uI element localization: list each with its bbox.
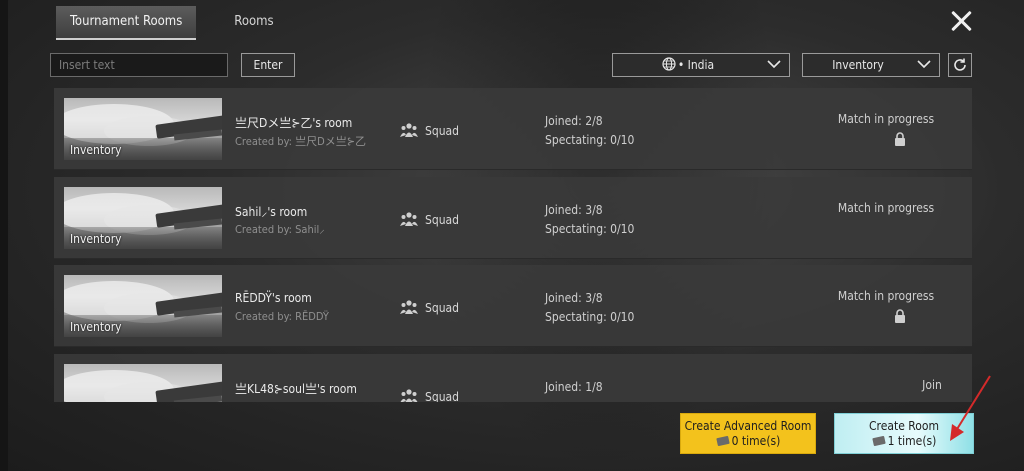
team-mode: Squad <box>425 213 460 227</box>
joined-count: Joined: 2/8 <box>545 114 603 128</box>
annotation-arrow-icon <box>950 375 991 441</box>
room-map-thumbnail: Inventory <box>64 98 222 160</box>
team-icon <box>400 123 418 137</box>
room-name: 亗尺Dメ亗⊱乙's room <box>235 116 353 130</box>
room-map-thumbnail: Inventory <box>64 187 222 249</box>
team-icon <box>400 389 418 402</box>
refresh-button[interactable] <box>948 53 972 77</box>
region-label: • India <box>677 58 715 72</box>
room-creator: Created by: Sahil⸝ <box>235 222 325 237</box>
region-select[interactable]: • India <box>612 53 790 77</box>
tab-tournament-rooms[interactable]: Tournament Rooms <box>56 6 197 40</box>
room-creator: Created by: RĒDDŸ <box>235 310 329 323</box>
chevron-down-icon <box>917 60 931 69</box>
room-creator: Created by: 亗尺Dメ亗⊱乙 <box>235 133 366 149</box>
spectating-count: Spectating: 0/10 <box>545 310 635 324</box>
team-mode: Squad <box>425 390 460 402</box>
room-map-thumbnail: Inventory <box>64 275 222 337</box>
team-icon <box>400 212 418 226</box>
thumbnail-mode-label: Inventory <box>70 320 122 334</box>
room-name: 亗KL48⊱soul亗's room <box>235 382 357 396</box>
creator-name: RĒDDŸ <box>295 310 329 323</box>
creator-prefix: Created by: <box>235 310 292 323</box>
creator-prefix: Created by: <box>235 223 292 236</box>
tab-bar: Tournament Rooms Rooms <box>56 6 288 40</box>
team-mode: Squad <box>425 124 460 138</box>
joined-count: Joined: 3/8 <box>545 291 603 305</box>
chevron-down-icon <box>767 60 781 69</box>
region-select-value: • India <box>613 54 763 76</box>
advanced-count-text: 0 time(s) <box>731 434 781 448</box>
card-icon <box>716 436 730 446</box>
card-icon <box>872 436 886 446</box>
room-row[interactable]: Inventory 亗尺Dメ亗⊱乙's room Created by: 亗尺D… <box>54 88 972 170</box>
lock-icon <box>895 132 905 146</box>
tab-rooms[interactable]: Rooms <box>220 6 287 38</box>
create-count-text: 1 time(s) <box>887 434 937 448</box>
room-row[interactable]: Inventory RĒDDŸ's room Created by: RĒDDŸ… <box>54 265 972 347</box>
room-row[interactable]: 亗KL48⊱soul亗's room Squad Joined: 1/8 Joi… <box>54 354 972 402</box>
close-icon[interactable] <box>946 6 976 36</box>
creator-prefix: Created by: <box>235 135 292 148</box>
room-status: Match in progress <box>837 201 935 215</box>
room-row[interactable]: Inventory Sahil⸝'s room Created by: Sahi… <box>54 177 972 259</box>
team-icon <box>400 300 418 314</box>
filter-select[interactable]: Inventory <box>802 53 940 77</box>
advanced-room-count: 0 time(s) <box>681 434 815 449</box>
thumbnail-mode-label: Inventory <box>70 143 122 157</box>
left-edge <box>0 0 8 471</box>
joined-count: Joined: 3/8 <box>545 203 603 217</box>
room-name: Sahil⸝'s room <box>235 205 308 219</box>
spectating-count: Spectating: 0/10 <box>545 133 635 147</box>
room-status: Match in progress <box>837 289 935 303</box>
spectating-count: Spectating: 0/10 <box>545 222 635 236</box>
creator-name: Sahil⸝ <box>295 223 325 236</box>
advanced-room-title: Create Advanced Room <box>684 419 812 433</box>
filter-label: Inventory <box>832 58 884 72</box>
lock-icon <box>895 309 905 323</box>
thumbnail-mode-label: Inventory <box>70 232 122 246</box>
search-input[interactable] <box>50 53 228 77</box>
room-name: RĒDDŸ's room <box>235 291 312 305</box>
globe-icon <box>662 57 676 71</box>
joined-count: Joined: 1/8 <box>545 380 603 394</box>
team-mode: Squad <box>425 301 460 315</box>
room-status: Match in progress <box>837 112 935 126</box>
enter-button[interactable]: Enter <box>241 53 295 77</box>
creator-name: 亗尺Dメ亗⊱乙 <box>295 135 367 148</box>
create-advanced-room-button[interactable]: Create Advanced Room 0 time(s) <box>680 413 816 454</box>
refresh-icon <box>954 58 966 71</box>
room-map-thumbnail <box>64 364 222 402</box>
room-list[interactable]: Inventory 亗尺Dメ亗⊱乙's room Created by: 亗尺D… <box>54 88 974 402</box>
